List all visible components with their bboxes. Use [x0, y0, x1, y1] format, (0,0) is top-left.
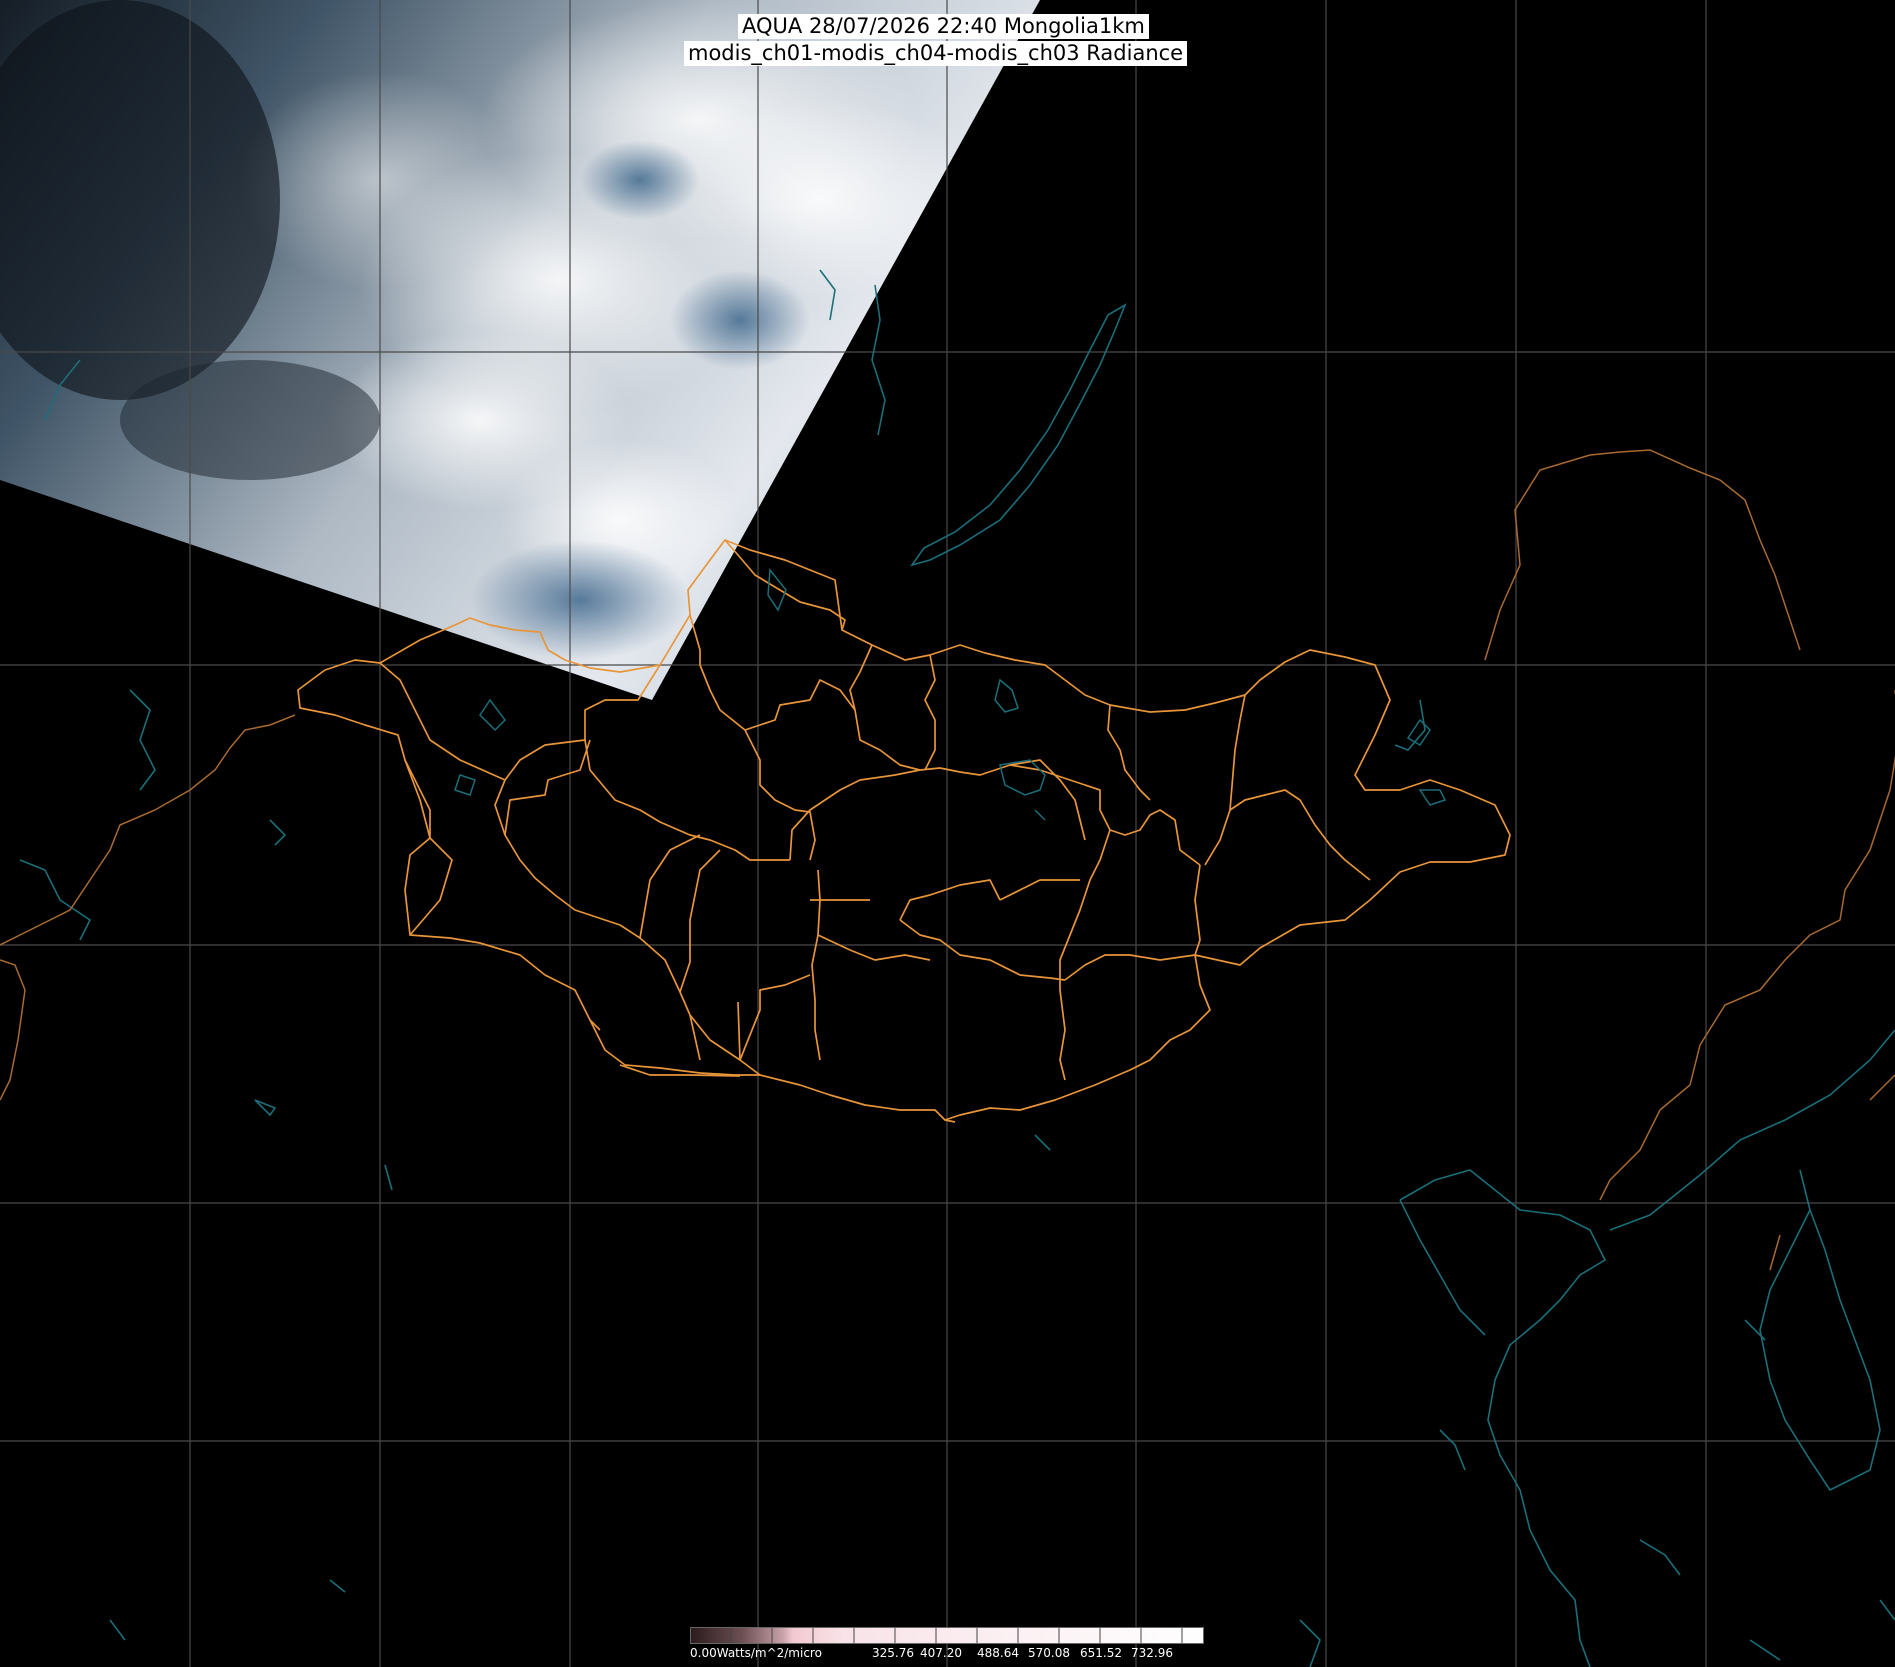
colorbar-tick-label: 651.52 — [1080, 1646, 1122, 1660]
colorbar-tick-label: 570.08 — [1028, 1646, 1070, 1660]
colorbar: 0.00Watts/m^2/micro 325.76 407.20 488.64… — [690, 1627, 1204, 1667]
colorbar-tick-label: 732.96 — [1131, 1646, 1173, 1660]
colorbar-tick-label: 325.76 — [872, 1646, 914, 1660]
satellite-swath-image — [0, 0, 1040, 700]
map-canvas — [0, 0, 1895, 1667]
colorbar-tick-label: 407.20 — [920, 1646, 962, 1660]
colorbar-tick-marks — [690, 1627, 1204, 1644]
colorbar-tick-label: 488.64 — [977, 1646, 1019, 1660]
satellite-map-view: AQUA 28/07/2026 22:40 Mongolia1km modis_… — [0, 0, 1895, 1667]
image-title-line1: AQUA 28/07/2026 22:40 Mongolia1km — [738, 14, 1149, 39]
colorbar-unit-label: 0.00Watts/m^2/micro — [690, 1646, 822, 1660]
image-title-line2: modis_ch01-modis_ch04-modis_ch03 Radianc… — [684, 41, 1188, 66]
